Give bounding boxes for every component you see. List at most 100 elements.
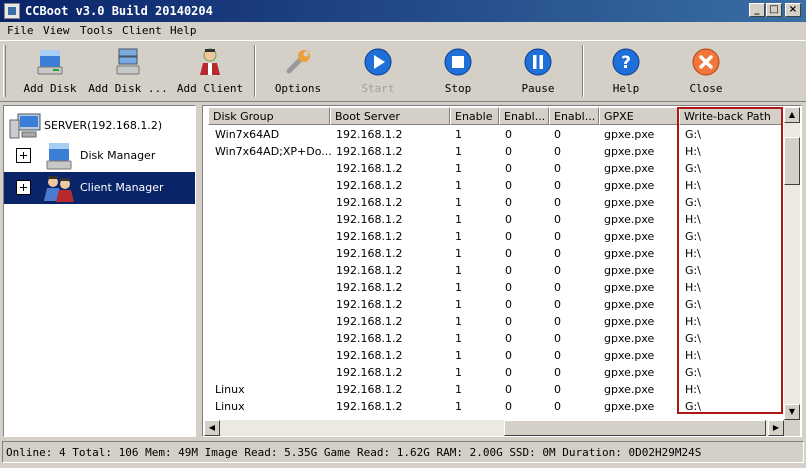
svg-text:?: ? xyxy=(621,53,631,73)
table-cell: 0 xyxy=(505,264,512,277)
table-row[interactable]: 192.168.1.2 1 0 0 gpxe.pxe H:\ xyxy=(203,313,783,330)
status-text: Online: 4 Total: 106 Mem: 49M Image Read… xyxy=(6,446,702,459)
column-header-boot-server[interactable]: Boot Server xyxy=(330,107,450,125)
table-cell: 0 xyxy=(554,247,561,260)
table-cell: gpxe.pxe xyxy=(604,383,655,396)
table-row[interactable]: Linux 192.168.1.2 1 0 0 gpxe.pxe H:\ xyxy=(203,381,783,398)
table-row[interactable]: 192.168.1.2 1 0 0 gpxe.pxe H:\ xyxy=(203,347,783,364)
scroll-up-icon[interactable]: ▲ xyxy=(784,107,800,123)
vertical-scrollbar[interactable]: ▲ ▼ xyxy=(784,107,800,420)
table-row[interactable]: 192.168.1.2 1 0 0 gpxe.pxe G:\ xyxy=(203,194,783,211)
title-bar[interactable]: CCBoot v3.0 Build 20140204 _ □ × xyxy=(0,0,806,22)
table-cell: 0 xyxy=(554,383,561,396)
options-button[interactable]: Options xyxy=(258,43,338,99)
table-row[interactable]: Win7x64AD 192.168.1.2 1 0 0 gpxe.pxe G:\ xyxy=(203,126,783,143)
stop-label: Stop xyxy=(444,82,472,95)
disk-icon xyxy=(46,143,72,170)
table-row[interactable]: 192.168.1.2 1 0 0 gpxe.pxe G:\ xyxy=(203,160,783,177)
expand-icon[interactable] xyxy=(16,180,31,195)
vertical-scroll-thumb[interactable] xyxy=(784,137,800,185)
table-row[interactable]: 192.168.1.2 1 0 0 gpxe.pxe G:\ xyxy=(203,228,783,245)
column-header-disk-group[interactable]: Disk Group xyxy=(208,107,330,125)
pause-button[interactable]: Pause xyxy=(498,43,578,99)
table-row[interactable]: 192.168.1.2 1 0 0 gpxe.pxe H:\ xyxy=(203,279,783,296)
table-cell: 192.168.1.2 xyxy=(336,349,403,362)
table-cell: H:\ xyxy=(685,315,701,328)
menu-help[interactable]: Help xyxy=(170,24,197,37)
table-row[interactable]: Win7x64AD;XP+Do... 192.168.1.2 1 0 0 gpxe.pxe… xyxy=(203,143,783,160)
table-row[interactable]: 192.168.1.2 1 0 0 gpxe.pxe G:\ xyxy=(203,262,783,279)
column-header-enable-2[interactable]: Enabl... xyxy=(499,107,549,125)
help-button[interactable]: ? Help xyxy=(586,43,666,99)
table-row[interactable]: 192.168.1.2 1 0 0 gpxe.pxe G:\ xyxy=(203,296,783,313)
app-icon xyxy=(4,3,20,19)
column-header-write-back-path[interactable]: Write-back Path xyxy=(679,107,783,125)
toolbar: Add Disk Add Disk ... Add Client Options xyxy=(0,40,806,102)
table-cell: 192.168.1.2 xyxy=(336,332,403,345)
table-row[interactable]: 192.168.1.2 1 0 0 gpxe.pxe H:\ xyxy=(203,245,783,262)
table-row[interactable]: 192.168.1.2 1 0 0 gpxe.pxe G:\ xyxy=(203,330,783,347)
table-cell: 0 xyxy=(505,298,512,311)
table-cell: 1 xyxy=(455,230,462,243)
table-row[interactable]: Linux 192.168.1.2 1 0 0 gpxe.pxe G:\ xyxy=(203,398,783,415)
horizontal-scroll-thumb[interactable] xyxy=(504,420,766,436)
table-cell: 0 xyxy=(505,230,512,243)
tree-node-disk-manager[interactable]: Disk Manager xyxy=(4,140,195,172)
add-client-button[interactable]: Add Client xyxy=(170,43,250,99)
close-button[interactable]: Close xyxy=(666,43,746,99)
toolbar-grip[interactable] xyxy=(3,45,6,97)
column-header-enable-3[interactable]: Enabl... xyxy=(549,107,599,125)
scroll-down-icon[interactable]: ▼ xyxy=(784,404,800,420)
column-header-gpxe[interactable]: GPXE xyxy=(599,107,679,125)
table-cell: 0 xyxy=(554,298,561,311)
tree-root-server[interactable]: SERVER(192.168.1.2) xyxy=(6,110,194,140)
minimize-button[interactable]: _ xyxy=(749,3,765,17)
column-header-enable[interactable]: Enable xyxy=(450,107,499,125)
toolbar-separator xyxy=(582,45,584,97)
add-disk-group-button[interactable]: Add Disk ... xyxy=(88,43,168,99)
scroll-right-icon[interactable]: ▶ xyxy=(768,420,784,436)
table-cell: Win7x64AD xyxy=(215,128,280,141)
expand-icon[interactable] xyxy=(16,148,31,163)
menu-client[interactable]: Client xyxy=(122,24,162,37)
menu-file[interactable]: File xyxy=(7,24,34,37)
table-cell: 192.168.1.2 xyxy=(336,264,403,277)
stop-button[interactable]: Stop xyxy=(418,43,498,99)
table-cell: 0 xyxy=(554,332,561,345)
menu-view[interactable]: View xyxy=(43,24,70,37)
table-cell: gpxe.pxe xyxy=(604,179,655,192)
table-cell: 192.168.1.2 xyxy=(336,196,403,209)
table-cell: gpxe.pxe xyxy=(604,366,655,379)
table-cell: 0 xyxy=(505,281,512,294)
table-cell: 0 xyxy=(554,315,561,328)
table-cell: 1 xyxy=(455,145,462,158)
pause-label: Pause xyxy=(521,82,555,95)
table-cell: 0 xyxy=(554,264,561,277)
add-disk-button[interactable]: Add Disk xyxy=(10,43,90,99)
table-cell: 192.168.1.2 xyxy=(336,383,403,396)
table-cell: G:\ xyxy=(685,230,701,243)
table-cell: 192.168.1.2 xyxy=(336,179,403,192)
table-row[interactable]: 192.168.1.2 1 0 0 gpxe.pxe H:\ xyxy=(203,177,783,194)
close-window-button[interactable]: × xyxy=(785,3,801,17)
table-cell: H:\ xyxy=(685,145,701,158)
table-row[interactable]: 192.168.1.2 1 0 0 gpxe.pxe H:\ xyxy=(203,211,783,228)
tree-root-label: SERVER(192.168.1.2) xyxy=(44,119,163,132)
table-cell: gpxe.pxe xyxy=(604,196,655,209)
table-row[interactable]: 192.168.1.2 1 0 0 gpxe.pxe G:\ xyxy=(203,364,783,381)
menu-tools[interactable]: Tools xyxy=(80,24,113,37)
table-cell: gpxe.pxe xyxy=(604,298,655,311)
start-button[interactable]: Start xyxy=(338,43,418,99)
tree-node-client-manager[interactable]: Client Manager xyxy=(4,172,195,204)
scroll-left-icon[interactable]: ◀ xyxy=(204,420,220,436)
table-cell: G:\ xyxy=(685,162,701,175)
status-bar: Online: 4 Total: 106 Mem: 49M Image Read… xyxy=(2,441,804,463)
tree-node-label: Disk Manager xyxy=(80,149,156,162)
table-cell: G:\ xyxy=(685,128,701,141)
horizontal-scrollbar[interactable]: ◀ ▶ xyxy=(204,420,784,436)
table-cell: G:\ xyxy=(685,366,701,379)
add-client-label: Add Client xyxy=(176,82,244,95)
maximize-button[interactable]: □ xyxy=(766,3,782,17)
table-cell: 0 xyxy=(505,315,512,328)
table-cell: gpxe.pxe xyxy=(604,145,655,158)
